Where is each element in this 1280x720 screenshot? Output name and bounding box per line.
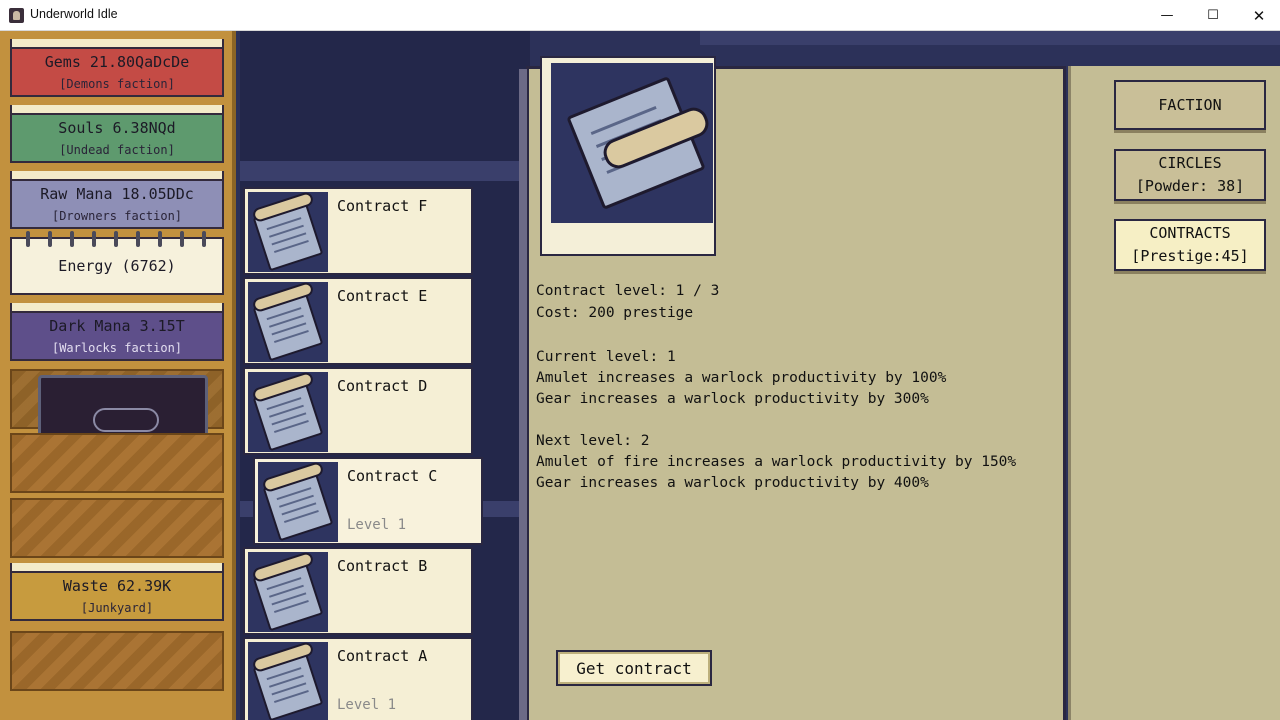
contract-item-f[interactable]: Contract F	[243, 187, 473, 275]
contract-name: Contract A	[337, 647, 428, 665]
contract-picture-frame	[540, 56, 716, 256]
panel-edge	[519, 69, 527, 720]
resource-amount: Energy (6762)	[58, 257, 176, 275]
notebook-ring	[70, 231, 74, 247]
contract-level: Level 1	[347, 517, 407, 533]
resource-amount: Dark Mana 3.15T	[49, 317, 185, 335]
resource-amount: Waste 62.39K	[62, 577, 172, 595]
resource-waste[interactable]: Waste 62.39K [Junkyard]	[10, 563, 224, 621]
notebook-ring	[136, 231, 140, 247]
resource-amount: Raw Mana 18.05DDc	[40, 185, 194, 203]
resource-faction: [Demons faction]	[59, 77, 175, 91]
current-effect-2: Gear increases a warlock productivity by…	[536, 391, 929, 407]
shelf-board	[700, 31, 1280, 45]
window-title: Underworld Idle	[30, 7, 118, 21]
game-area: Gems 21.80QaDcDe [Demons faction] Souls …	[0, 31, 1280, 720]
scroll-icon	[248, 282, 328, 362]
resource-gems[interactable]: Gems 21.80QaDcDe [Demons faction]	[10, 39, 224, 97]
folder-tab	[12, 39, 222, 49]
notebook-ring	[180, 231, 184, 247]
resource-faction: [Junkyard]	[80, 601, 154, 615]
faction-button[interactable]: FACTION	[1114, 80, 1266, 130]
resource-souls[interactable]: Souls 6.38NQd [Undead faction]	[10, 105, 224, 163]
notebook-ring	[202, 231, 206, 247]
contract-item-c[interactable]: Contract C Level 1	[253, 457, 483, 545]
contract-cost-text: Cost: 200 prestige	[536, 305, 694, 321]
contracts-button[interactable]: CONTRACTS [Prestige:45]	[1114, 219, 1266, 271]
empty-slot[interactable]	[10, 433, 224, 493]
resource-amount: Gems 21.80QaDcDe	[44, 53, 190, 71]
contract-name: Contract D	[337, 377, 428, 395]
next-effect-2: Gear increases a warlock productivity by…	[536, 475, 929, 491]
notebook-ring	[92, 231, 96, 247]
folder-tab	[12, 171, 222, 181]
burnt-contract-icon	[551, 63, 713, 223]
gamepad-icon	[38, 375, 208, 441]
resource-amount: Souls 6.38NQd	[58, 119, 176, 137]
close-button[interactable]: ✕	[1236, 0, 1280, 31]
contract-item-a[interactable]: Contract A Level 1	[243, 637, 473, 720]
notebook-ring	[158, 231, 162, 247]
folder-tab	[12, 303, 222, 313]
notebook-ring	[114, 231, 118, 247]
contract-name: Contract C	[347, 467, 438, 485]
circles-label: CIRCLES	[1158, 154, 1222, 172]
resource-raw-mana[interactable]: Raw Mana 18.05DDc [Drowners faction]	[10, 171, 224, 229]
notebook-ring	[26, 231, 30, 247]
notebook-ring	[48, 231, 52, 247]
next-effect-1: Amulet of fire increases a warlock produ…	[536, 454, 1017, 470]
resource-faction: [Drowners faction]	[51, 209, 183, 223]
faction-label: FACTION	[1158, 95, 1222, 114]
contract-name: Contract B	[337, 557, 428, 575]
contract-name: Contract F	[337, 197, 428, 215]
folder-tab	[12, 563, 222, 573]
contract-level: Level 1	[337, 697, 397, 713]
scroll-icon	[258, 462, 338, 542]
next-level-text: Next level: 2	[536, 433, 650, 449]
window-titlebar: Underworld Idle — ☐ ✕	[0, 0, 1280, 31]
contract-item-d[interactable]: Contract D	[243, 367, 473, 455]
current-level-text: Current level: 1	[536, 349, 676, 365]
current-effect-1: Amulet increases a warlock productivity …	[536, 370, 947, 386]
scroll-icon	[248, 192, 328, 272]
contracts-prestige: [Prestige:45]	[1131, 247, 1249, 265]
app-icon	[9, 8, 24, 23]
resource-faction: [Warlocks faction]	[51, 341, 183, 355]
scroll-icon	[248, 642, 328, 720]
circles-button[interactable]: CIRCLES [Powder: 38]	[1114, 149, 1266, 201]
folder-tab	[12, 105, 222, 115]
contract-item-b[interactable]: Contract B	[243, 547, 473, 635]
shelf-board	[240, 161, 530, 181]
empty-slot[interactable]	[10, 631, 224, 691]
resource-dark-mana[interactable]: Dark Mana 3.15T [Warlocks faction]	[10, 303, 224, 361]
contract-item-e[interactable]: Contract E	[243, 277, 473, 365]
circles-powder: [Powder: 38]	[1135, 177, 1245, 195]
minimize-button[interactable]: —	[1144, 0, 1190, 31]
empty-slot[interactable]	[10, 498, 224, 558]
contract-name: Contract E	[337, 287, 428, 305]
scroll-icon	[248, 372, 328, 452]
scroll-icon	[248, 552, 328, 632]
resource-faction: [Undead faction]	[59, 143, 175, 157]
get-contract-button[interactable]: Get contract	[556, 650, 712, 686]
resource-energy[interactable]: Energy (6762)	[10, 231, 224, 295]
contracts-label: CONTRACTS	[1149, 224, 1231, 242]
contract-level-text: Contract level: 1 / 3	[536, 283, 720, 299]
maximize-button[interactable]: ☐	[1190, 0, 1236, 31]
